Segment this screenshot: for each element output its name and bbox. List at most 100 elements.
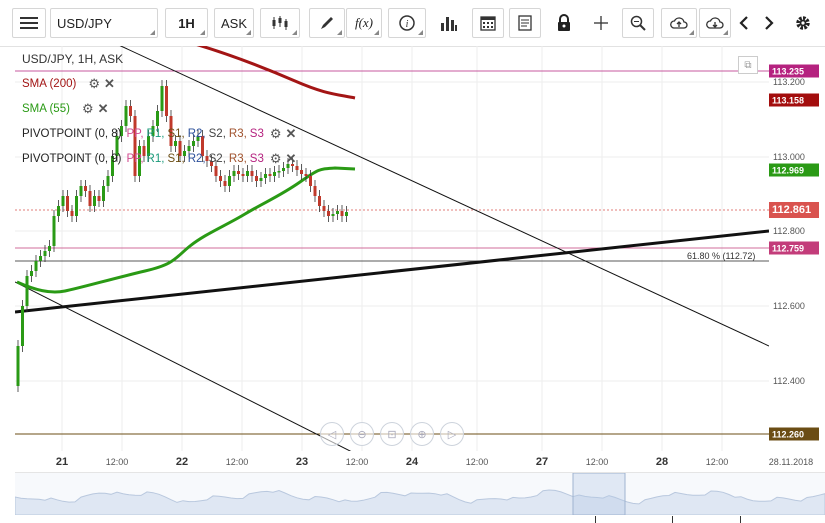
menu-button[interactable] <box>12 8 46 38</box>
navigator-handle[interactable] <box>672 516 673 523</box>
popout-icon[interactable]: ⧉ <box>738 56 758 74</box>
info-icon: i <box>399 15 415 31</box>
legend-pivot2: PIVOTPOINT (0, 9) PP, R1, S1, R2, S2, R3… <box>22 151 296 167</box>
info-button[interactable]: i <box>388 8 426 38</box>
pivot2-remove-icon[interactable]: ✕ <box>286 151 297 167</box>
price-axis[interactable]: 113.200 113.000 112.800 112.600 112.400 … <box>769 46 825 451</box>
fx-label: f(x) <box>354 15 374 30</box>
time-tick: 23 <box>295 456 309 468</box>
candle-body <box>277 171 281 173</box>
volume-button[interactable] <box>432 8 466 38</box>
candle-body <box>133 116 137 176</box>
time-tick: 12:00 <box>345 457 369 467</box>
price-tick: 112.400 <box>773 376 805 386</box>
zoom-controls: ◁ ⊖ ⊡ ⊕ ▷ <box>320 422 464 446</box>
candle-body <box>232 171 236 176</box>
candle-body <box>268 174 272 176</box>
settings-button[interactable] <box>790 8 816 38</box>
drawing-tools-button[interactable] <box>309 8 345 38</box>
candle-body <box>102 186 105 201</box>
candle-body <box>327 211 330 216</box>
sma55-settings-icon[interactable]: ⚙ <box>82 101 94 117</box>
chart-header: USD/JPY, 1H, ASK <box>22 52 124 66</box>
zoom-button[interactable] <box>622 8 654 38</box>
candle-body <box>97 196 101 201</box>
pivot1-remove-icon[interactable]: ✕ <box>286 126 297 142</box>
navigator-sparkline <box>14 472 825 516</box>
zoom-reset-button[interactable]: ⊡ <box>380 422 404 446</box>
price-tick: 112.800 <box>773 226 805 236</box>
fibonacci-label: 61.80 % (112.72) <box>687 251 756 261</box>
pivot1-settings-icon[interactable]: ⚙ <box>270 126 282 142</box>
time-tick: 12:00 <box>465 457 489 467</box>
candle-body <box>228 176 231 186</box>
candle-body <box>223 181 227 186</box>
crosshair-button[interactable] <box>586 8 616 38</box>
pivot1-s1: S1, <box>167 128 185 140</box>
download-button[interactable] <box>699 8 731 38</box>
chart-navigator[interactable] <box>14 472 825 516</box>
candle-body <box>264 174 267 178</box>
candle-body <box>273 172 276 176</box>
timeframe-label: 1H <box>178 15 195 31</box>
price-chart[interactable] <box>15 46 769 451</box>
candle-body <box>88 191 92 206</box>
cloud-upload-icon <box>670 17 688 29</box>
upload-button[interactable] <box>661 8 697 38</box>
legend-sma200: SMA (200) ⚙ ✕ <box>22 76 115 92</box>
news-button[interactable] <box>509 8 541 38</box>
lock-button[interactable] <box>548 8 580 38</box>
navigator-handle[interactable] <box>595 516 596 523</box>
timeframe-selector[interactable]: 1H <box>165 8 208 38</box>
candle-body <box>214 166 218 176</box>
chart-type-button[interactable] <box>260 8 300 38</box>
reset-icon: ⊡ <box>387 428 397 441</box>
price-badge-low: 112.260 <box>769 427 819 441</box>
calendar-button[interactable] <box>472 8 504 38</box>
indicators-button[interactable]: f(x) <box>346 8 382 38</box>
candle-body <box>237 171 240 174</box>
crosshair-icon <box>594 16 608 30</box>
pan-right-button[interactable]: ▷ <box>440 422 464 446</box>
candle-body <box>250 171 254 176</box>
scroll-left-button[interactable] <box>733 8 755 38</box>
zoom-out-button[interactable]: ⊖ <box>350 422 374 446</box>
price-tick: 113.200 <box>773 77 805 87</box>
price-type-selector[interactable]: ASK <box>214 8 254 38</box>
symbol-selector[interactable]: USD/JPY <box>50 8 158 38</box>
chevron-left-icon <box>739 16 748 30</box>
candle-body <box>79 186 83 196</box>
pivot2-s3: S3 <box>249 153 264 165</box>
candle-body <box>43 251 47 256</box>
bars-icon <box>441 17 457 31</box>
time-tick: 21 <box>55 456 69 468</box>
navigator-handle[interactable] <box>740 516 741 523</box>
candle-body <box>345 212 348 216</box>
scroll-right-button[interactable] <box>758 8 780 38</box>
sma200-settings-icon[interactable]: ⚙ <box>88 76 100 92</box>
news-icon <box>518 15 532 31</box>
candle-body <box>313 186 317 196</box>
price-tick: 113.000 <box>773 152 805 162</box>
candle-body <box>39 256 42 261</box>
legend-pivot1: PIVOTPOINT (0, 8) PP, R1, S1, R2, S2, R3… <box>22 126 296 142</box>
time-tick: 27 <box>535 456 549 468</box>
candle-body <box>160 86 164 111</box>
candle-body <box>84 186 87 191</box>
candles-icon <box>272 16 288 30</box>
time-axis[interactable]: 21 12:00 22 12:00 23 12:00 24 12:00 27 1… <box>15 451 825 471</box>
legend-sma55: SMA (55) ⚙ ✕ <box>22 101 109 117</box>
candle-body <box>70 211 74 216</box>
time-tick: 24 <box>405 456 419 468</box>
zoom-in-button[interactable]: ⊕ <box>410 422 434 446</box>
gear-icon <box>796 16 810 30</box>
candle-body <box>66 196 69 211</box>
pan-left-button[interactable]: ◁ <box>320 422 344 446</box>
price-badge-sma200: 113.158 <box>769 93 819 107</box>
sma200-remove-icon[interactable]: ✕ <box>104 76 115 92</box>
pivot2-settings-icon[interactable]: ⚙ <box>270 151 282 167</box>
arrow-left-icon: ◁ <box>327 428 337 441</box>
sma55-remove-icon[interactable]: ✕ <box>98 101 109 117</box>
candle-body <box>255 176 258 181</box>
price-tick: 112.600 <box>773 301 805 311</box>
